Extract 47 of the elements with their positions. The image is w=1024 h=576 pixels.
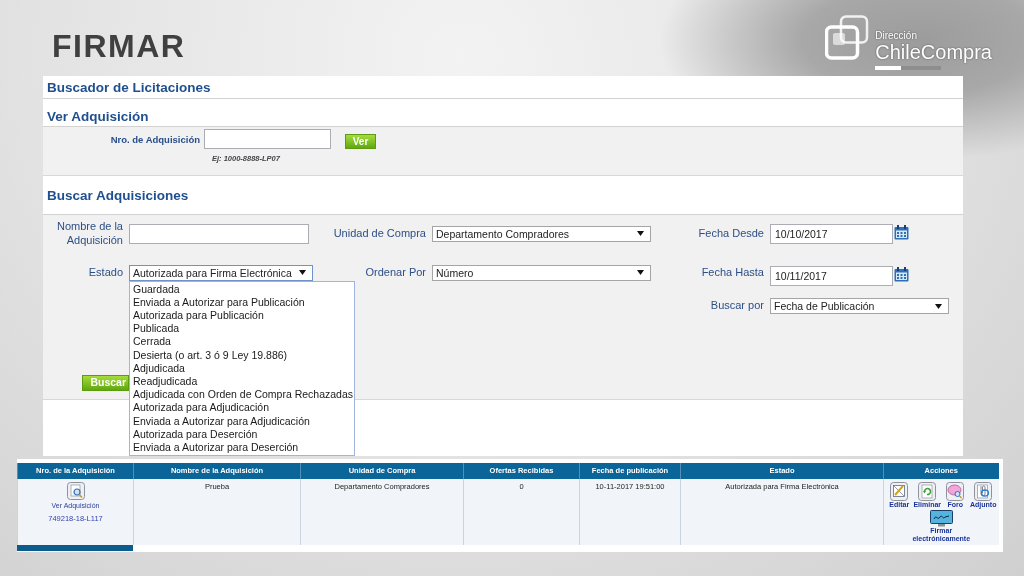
input-field[interactable]	[204, 129, 331, 149]
dropdown-option[interactable]: Enviada a Autorizar para Adjudicación	[133, 414, 351, 428]
dropdown-option[interactable]: Adjudicada con Orden de Compra Rechazadas	[133, 388, 351, 402]
logo-bar	[875, 66, 942, 70]
slide-title: FIRMAR	[52, 29, 186, 63]
select-field[interactable]: Departamento Compradores	[432, 225, 651, 242]
dropdown-option[interactable]: Cerrada	[133, 335, 351, 349]
logo-subtitle: Dirección	[875, 30, 917, 41]
caret-down-icon	[637, 270, 644, 275]
field-label: Nombre de la Adquisición	[55, 220, 123, 247]
dropdown-option[interactable]: Publicada	[133, 322, 351, 336]
monitor-signature-icon[interactable]	[929, 509, 953, 527]
dropdown-option[interactable]: Adjudicada	[133, 361, 351, 375]
caret-down-icon	[935, 303, 942, 309]
dropdown-option[interactable]: Desierta (o art. 3 ó 9 Ley 19.886)	[133, 348, 351, 362]
select-field[interactable]: Autorizada para Firma Electrónica	[129, 264, 313, 281]
calendar-icon[interactable]	[894, 224, 909, 240]
caret-down-icon	[637, 231, 644, 236]
input-field[interactable]	[129, 223, 309, 244]
dropdown-option[interactable]: Autorizada para Deserción	[133, 427, 351, 441]
calendar-icon[interactable]	[894, 267, 909, 282]
dropdown-option[interactable]: Readjudicada	[133, 374, 351, 389]
caret-down-icon	[299, 270, 306, 275]
speech-bubble-icon[interactable]	[946, 481, 965, 501]
field-label: Fecha Desde	[697, 226, 764, 241]
field-label: Unidad de Compra	[332, 226, 426, 241]
pencil-document-icon[interactable]	[890, 481, 909, 501]
dropdown-option[interactable]: Enviada a Autorizar para Deserción	[133, 440, 351, 455]
dropdown-option[interactable]: Enviada a Autorizar para Publicación	[133, 295, 351, 309]
page-title: Buscador de Licitaciones	[43, 76, 963, 99]
date-field[interactable]: 10/11/2017	[770, 266, 893, 286]
field-label: Estado	[87, 265, 123, 280]
field-label: Buscar por	[709, 299, 764, 313]
select-field[interactable]: Número	[432, 264, 651, 281]
date-field[interactable]: 10/10/2017	[770, 223, 893, 244]
field-label: Ordenar Por	[364, 265, 426, 280]
field-label: Fecha Hasta	[700, 265, 764, 280]
document-search-icon[interactable]	[66, 481, 85, 500]
logo-name: ChileCompra	[875, 41, 992, 63]
dropdown-option[interactable]: Autorizada para Publicación	[133, 308, 351, 323]
paperclip-icon[interactable]	[974, 481, 993, 501]
field-label: Nro. de Adquisición	[109, 133, 201, 145]
select-field[interactable]: Fecha de Publicación	[770, 298, 949, 314]
section-heading: Buscar Adquisiciones	[43, 175, 963, 215]
dropdown-option[interactable]: Autorizada para Adjudicación	[133, 401, 351, 415]
recycle-icon[interactable]	[918, 481, 937, 501]
dropdown-option[interactable]: Guardada	[133, 282, 351, 296]
